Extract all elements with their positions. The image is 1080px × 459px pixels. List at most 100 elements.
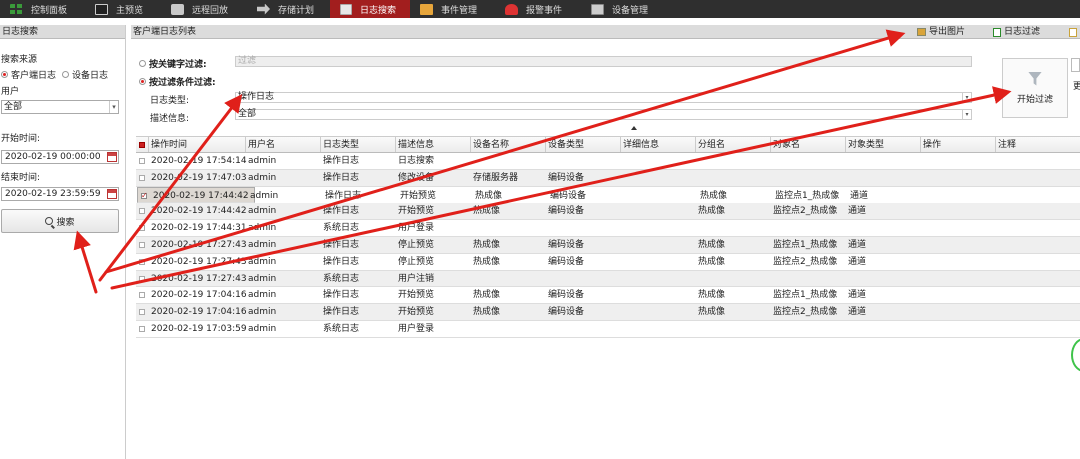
search-button[interactable]: 搜索 — [1, 209, 119, 233]
col-username-header[interactable]: 用户名 — [245, 137, 320, 152]
row-checkbox[interactable] — [139, 225, 145, 232]
condition-filter-row: 按过滤条件过滤: — [139, 75, 216, 88]
col-op-time-cell: 2020-02-19 17:04:16 — [151, 290, 247, 301]
table-header: 操作时间 用户名 日志类型 描述信息 设备名称 设备类型 详细信息 分组名 对象名 对象类型 操作注… — [136, 136, 1080, 153]
col-log-type-cell: 操作日志 — [323, 206, 360, 217]
col-log-type-header[interactable]: 日志类型 — [320, 137, 395, 152]
device-log-radio[interactable] — [62, 71, 70, 78]
col-object-name-cell: 监控点1_热成像 — [773, 290, 838, 301]
end-time-field[interactable]: 2020-02-19 23:59:59 — [1, 187, 119, 201]
search-button-label: 搜索 — [56, 217, 75, 228]
log-filter-button[interactable]: 日志过滤 — [993, 25, 1040, 39]
table-row[interactable]: 2020-02-19 17:54:14 admin 操作日志 日志搜索 — [136, 153, 1080, 170]
select-all-checkbox[interactable] — [139, 142, 145, 148]
col-description-cell: 用户注销 — [398, 273, 435, 284]
start-time-field[interactable]: 2020-02-19 00:00:00 — [1, 150, 119, 164]
user-select[interactable]: 全部 ▾ — [1, 100, 119, 114]
col-username-cell: admin — [248, 156, 277, 166]
keyword-filter-placeholder: 过滤 — [238, 56, 257, 66]
table-row[interactable]: 2020-02-19 17:44:31 admin 系统日志 用户登录 — [136, 220, 1080, 237]
row-checkbox[interactable] — [139, 174, 145, 181]
col-op-time-cell: 2020-02-19 17:47:03 — [151, 172, 247, 183]
col-remark-header[interactable]: 注释 — [995, 137, 1080, 152]
row-checkbox[interactable] — [139, 275, 145, 282]
condition-filter-label: 按过滤条件过滤: — [149, 78, 216, 88]
menu-item-remote-playback[interactable]: 远程回放 — [161, 0, 247, 18]
condition-filter-radio[interactable] — [139, 78, 146, 85]
list-header: 客户端日志列表 导出图片 日志过滤 — [131, 25, 1080, 39]
row-checkbox[interactable] — [139, 258, 145, 265]
more-toolbar-icon[interactable] — [1069, 25, 1077, 39]
menu-item-storage-plan[interactable]: 存储计划 — [247, 0, 330, 18]
col-op-time-cell: 2020-02-19 17:04:16 — [151, 307, 247, 318]
col-description-cell: 停止预览 — [398, 256, 435, 267]
menu-item-label: 主预览 — [116, 5, 144, 16]
col-device-type-header[interactable]: 设备类型 — [545, 137, 620, 152]
table-row[interactable]: 2020-02-19 17:04:16 admin 操作日志 开始预览 热成像 编码设备 热… — [136, 287, 1080, 305]
table-row[interactable]: 2020-02-19 17:04:16 admin 操作日志 开始预览 热成像 编码设备 热… — [136, 304, 1080, 321]
alarm-icon — [505, 3, 518, 15]
row-checkbox[interactable] — [139, 292, 145, 299]
table-row[interactable]: 2020-02-19 17:03:59 admin 系统日志 用户登录 — [136, 321, 1080, 338]
col-username-cell: admin — [248, 323, 277, 334]
user-label: 用户 — [1, 87, 20, 97]
col-username-cell: admin — [248, 273, 277, 284]
menu-item-label: 远程回放 — [192, 5, 229, 16]
row-checkbox[interactable] — [139, 325, 145, 332]
col-details-header[interactable]: 详细信息 — [620, 137, 695, 152]
side-panel-button[interactable] — [1071, 58, 1080, 72]
keyword-filter-radio[interactable] — [139, 60, 146, 67]
col-group-name-cell: 热成像 — [700, 190, 728, 201]
table-row[interactable]: 2020-02-19 17:27:43 admin 操作日志 停止预览 热成像 编码设备 热… — [136, 236, 1080, 254]
row-checkbox[interactable] — [141, 190, 148, 202]
start-time-label: 开始时间: — [1, 134, 41, 144]
client-log-radio-label: 客户端日志 — [11, 71, 57, 81]
chevron-down-icon: ▾ — [962, 93, 971, 102]
col-description-header[interactable]: 描述信息 — [395, 137, 470, 152]
table-row[interactable]: 2020-02-19 17:44:42admin 操作日志 开始预览 热成像 编码设备 热… — [136, 203, 1080, 221]
dashboard-icon — [10, 3, 23, 15]
client-log-radio[interactable] — [1, 71, 8, 78]
col-object-name-cell: 监控点2_热成像 — [773, 256, 838, 267]
menu-item-dashboard[interactable]: 控制面板 — [0, 0, 85, 18]
col-username-cell: admin — [248, 290, 277, 301]
export-image-button[interactable]: 导出图片 — [917, 25, 965, 39]
col-group-name-header[interactable]: 分组名 — [695, 137, 770, 152]
collapse-filter-icon[interactable] — [631, 126, 637, 130]
keyword-filter-input[interactable]: 过滤 — [235, 56, 972, 67]
menu-item-log-search[interactable]: 日志搜索 — [330, 0, 410, 18]
col-device-type-cell: 编码设备 — [548, 206, 585, 217]
row-checkbox[interactable] — [139, 309, 145, 316]
row-checkbox[interactable] — [139, 158, 145, 164]
col-op-time-cell: 2020-02-19 17:44:31 — [151, 223, 247, 234]
log-type-select[interactable]: 操作日志 ▾ — [235, 92, 972, 103]
col-device-name-cell: 热成像 — [473, 239, 501, 250]
row-checkbox[interactable] — [139, 241, 145, 248]
col-log-type-cell: 操作日志 — [323, 156, 360, 166]
col-op-time-header[interactable]: 操作时间 — [148, 137, 245, 152]
menu-item-device-management[interactable]: 设备管理 — [581, 0, 671, 18]
col-op-time-cell: 2020-02-19 17:27:43 — [151, 273, 247, 284]
row-checkbox[interactable] — [139, 208, 145, 215]
menu-item-event-management[interactable]: 事件管理 — [410, 0, 495, 18]
log-icon — [340, 3, 352, 15]
col-device-name-header[interactable]: 设备名称 — [470, 137, 545, 152]
table-row[interactable]: 2020-02-19 17:27:43 admin 操作日志 停止预览 热成像 编码设备 热… — [136, 254, 1080, 271]
col-log-type-cell: 操作日志 — [323, 239, 360, 250]
col-object-type-cell: 通道 — [848, 239, 867, 250]
col-object-type-cell: 通道 — [848, 307, 867, 318]
menu-item-main-preview[interactable]: 主预览 — [85, 0, 161, 18]
client-log-list-panel: 客户端日志列表 导出图片 日志过滤 按关键字过滤: 过滤 按过滤条件过滤: 日志… — [131, 25, 1080, 459]
calendar-icon[interactable] — [107, 152, 117, 162]
col-object-type-header[interactable]: 对象类型 — [845, 137, 920, 152]
menu-item-alarm-events[interactable]: 报警事件 — [495, 0, 581, 18]
table-row[interactable]: 2020-02-19 17:27:43 admin 系统日志 用户注销 — [136, 270, 1080, 288]
col-operation-header[interactable]: 操作 — [920, 137, 995, 152]
col-object-name-header[interactable]: 对象名 — [770, 137, 845, 152]
menu-item-label: 存储计划 — [278, 5, 315, 16]
table-row[interactable]: 2020-02-19 17:47:03 admin 操作日志 修改设备 存储服务器 编码设… — [136, 169, 1080, 187]
start-filter-button[interactable]: 开始过滤 — [1002, 58, 1068, 118]
table-row[interactable]: 2020-02-19 17:44:42admin 操作日志 开始预览 热成像 编码设备 热… — [137, 186, 868, 204]
description-select[interactable]: 全部 ▾ — [235, 109, 972, 120]
calendar-icon[interactable] — [107, 189, 117, 199]
